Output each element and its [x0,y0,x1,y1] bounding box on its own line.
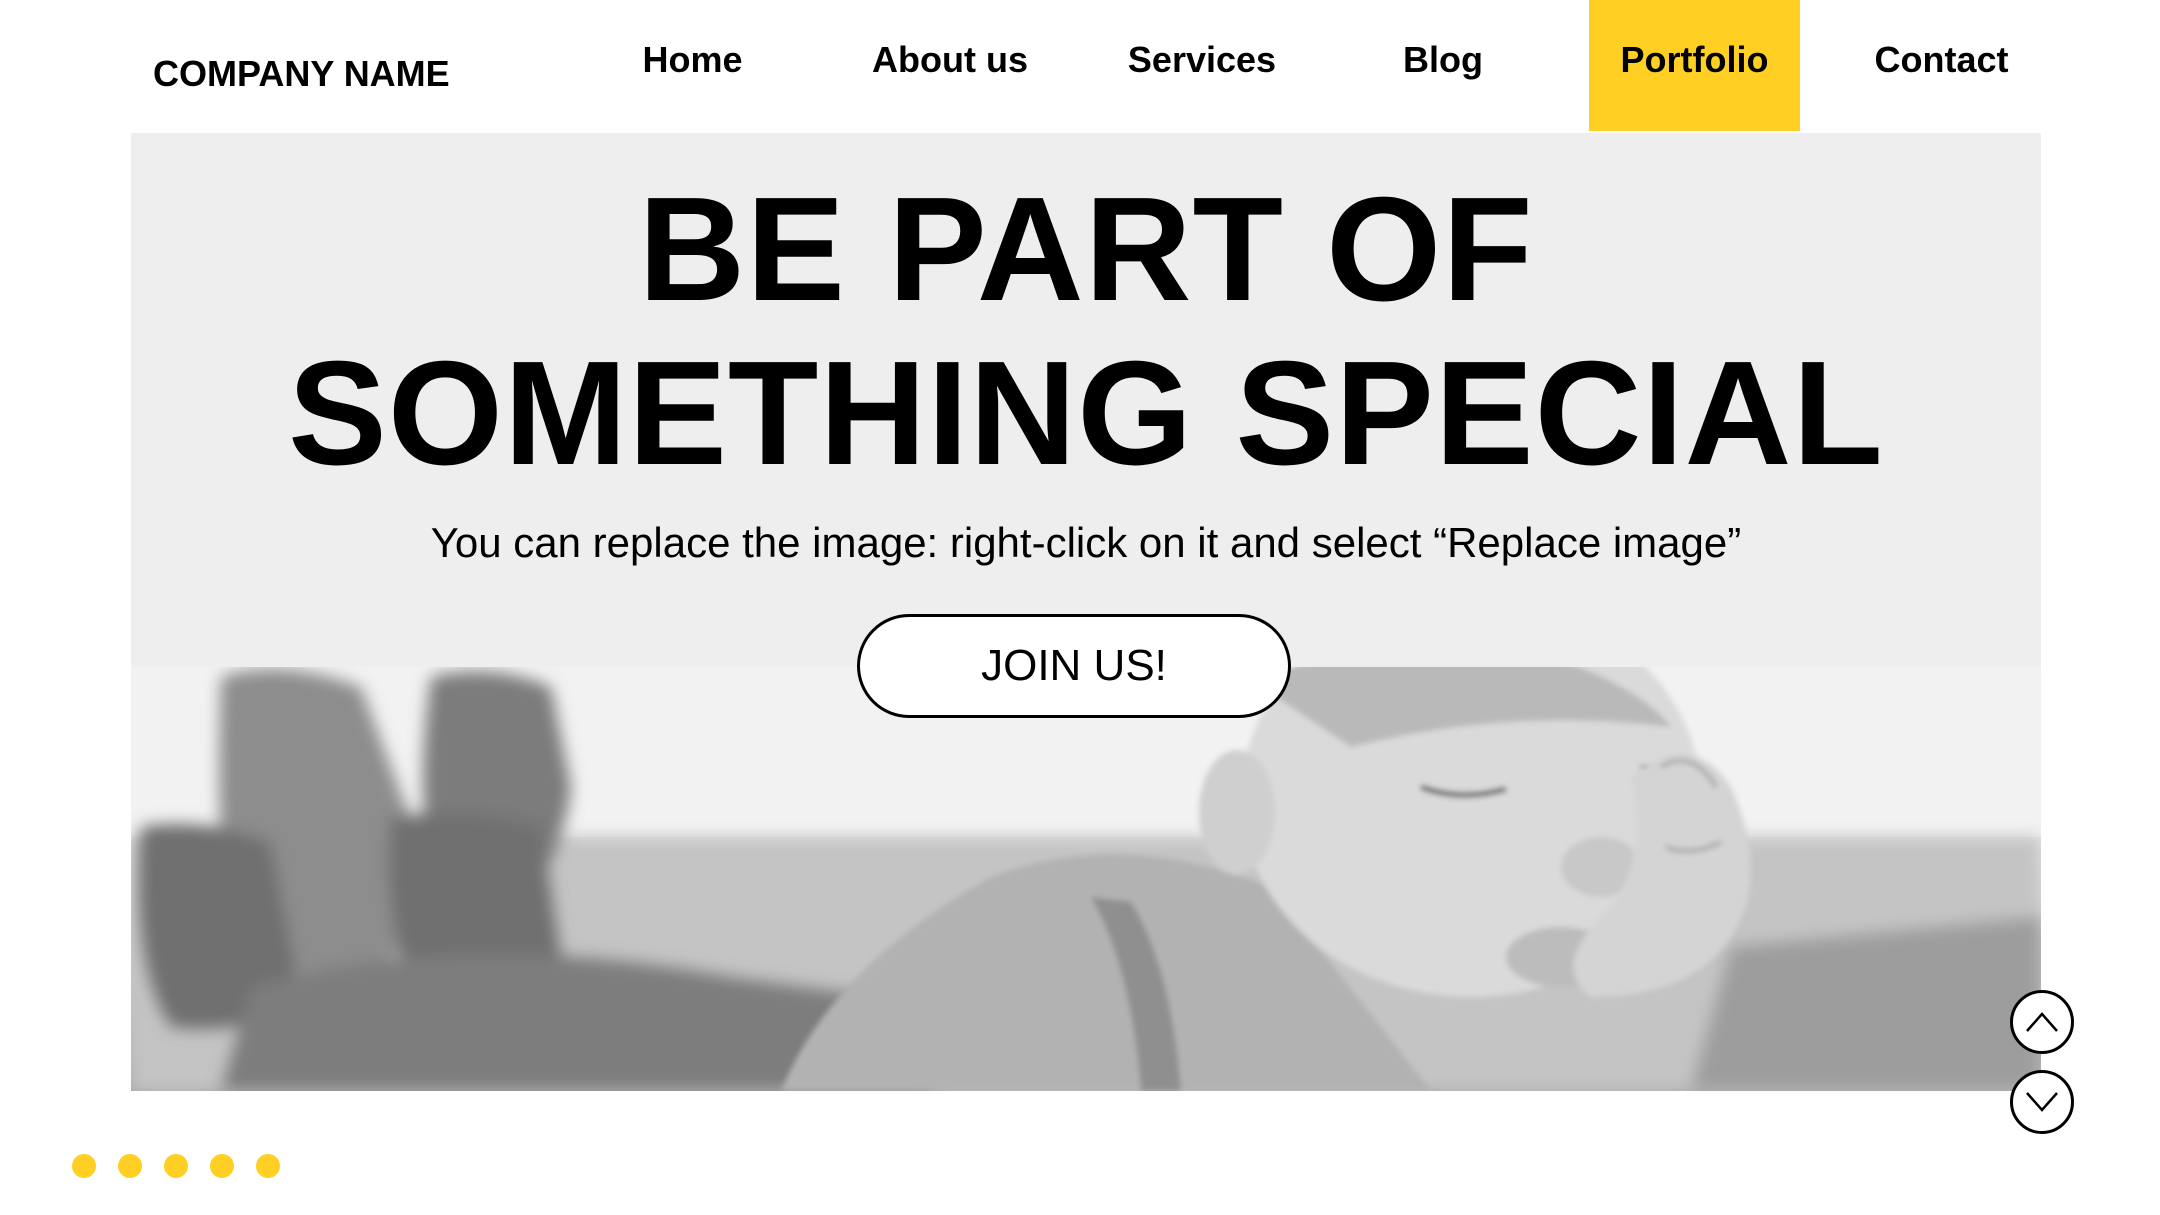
pagination-dots [72,1154,280,1178]
nav-services[interactable]: Services [1112,0,1292,131]
pagination-dot[interactable] [256,1154,280,1178]
nav-home[interactable]: Home [620,0,765,131]
hero-subtitle: You can replace the image: right-click o… [430,519,1742,566]
nav-portfolio-label: Portfolio [1620,38,1769,80]
pagination-dot[interactable] [164,1154,188,1178]
nav-home-label: Home [642,38,743,80]
pagination-dot[interactable] [118,1154,142,1178]
nav-blog-label: Blog [1403,38,1483,80]
join-us-button[interactable]: JOIN US! [857,614,1291,718]
hero-photo-illustration [131,667,2041,1091]
hero-headline-line-1: BE PART OF [638,167,1534,332]
nav-services-label: Services [1127,38,1277,80]
scroll-up-button[interactable] [2010,990,2074,1054]
nav-about-us-label: About us [872,38,1028,80]
chevron-up-icon [2026,1012,2058,1032]
nav-contact[interactable]: Contact [1860,0,2023,131]
company-name: COMPANY NAME [153,53,450,94]
nav-blog[interactable]: Blog [1388,0,1498,131]
hero-headline: BE PART OF SOMETHING SPECIAL [131,168,2041,496]
pagination-dot[interactable] [210,1154,234,1178]
chevron-down-icon [2026,1092,2058,1112]
pagination-dot[interactable] [72,1154,96,1178]
hero-photo [131,667,2041,1091]
hero-headline-line-2: SOMETHING SPECIAL [288,331,1884,496]
nav-contact-label: Contact [1874,38,2009,80]
nav-portfolio[interactable]: Portfolio [1589,0,1800,131]
hero-section: BE PART OF SOMETHING SPECIAL You can rep… [131,133,2041,1091]
scroll-down-button[interactable] [2010,1070,2074,1134]
nav-about-us[interactable]: About us [855,0,1045,131]
